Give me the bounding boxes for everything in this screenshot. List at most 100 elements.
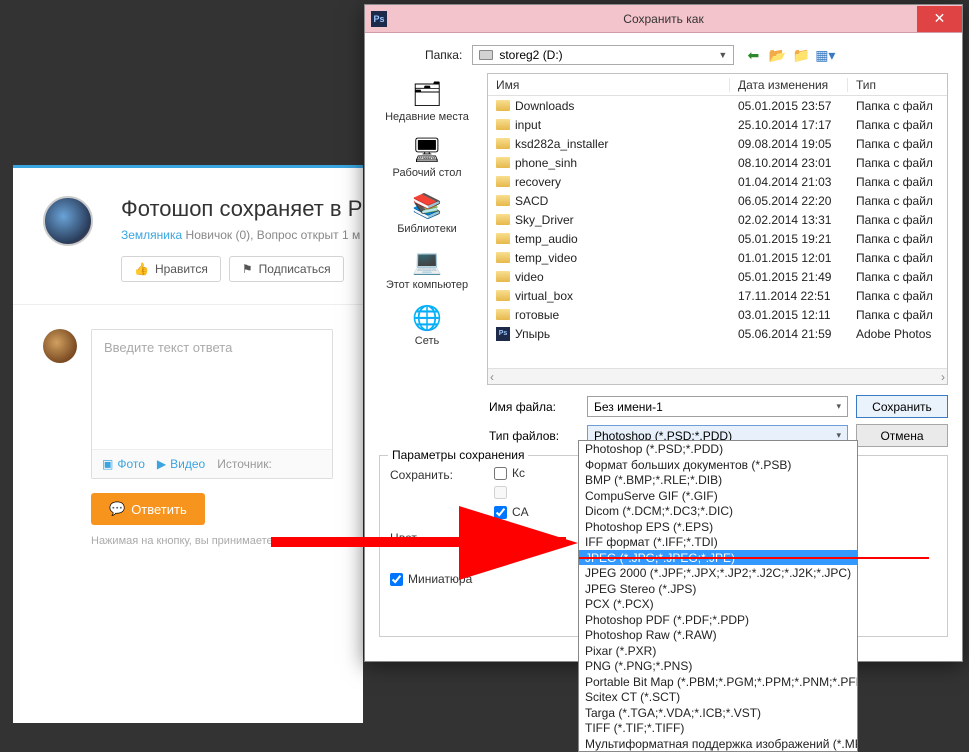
reply-textarea[interactable]: Введите текст ответа	[92, 330, 332, 449]
file-row[interactable]: temp_video01.01.2015 12:01Папка с файл	[488, 248, 947, 267]
col-type[interactable]: Тип	[848, 78, 947, 92]
format-option[interactable]: Photoshop Raw (*.RAW)	[579, 627, 857, 643]
format-option[interactable]: Формат больших документов (*.PSB)	[579, 457, 857, 473]
filetype-dropdown[interactable]: Photoshop (*.PSD;*.PDD)Формат больших до…	[578, 440, 858, 752]
forum-page: Фотошоп сохраняет в PD Земляника Новичок…	[13, 165, 363, 723]
folder-icon	[496, 138, 510, 149]
psd-icon: Ps	[496, 327, 510, 341]
places-panel: 🗂Недавние места 🖥 Рабочий стол 📚 Библиотеки 💻…	[379, 73, 475, 385]
cancel-button[interactable]: Отмена	[856, 424, 948, 447]
titlebar[interactable]: Ps Сохранить как ✕	[365, 5, 962, 33]
close-icon: ✕	[934, 10, 946, 27]
back-icon[interactable]: ⬅	[744, 46, 762, 64]
format-option[interactable]: Photoshop (*.PSD;*.PDD)	[579, 441, 857, 457]
file-row[interactable]: SACD06.05.2014 22:20Папка с файл	[488, 191, 947, 210]
save-opts-label: Сохранить:	[390, 466, 478, 482]
file-row[interactable]: Sky_Driver02.02.2014 13:31Папка с файл	[488, 210, 947, 229]
file-row[interactable]: video05.01.2015 21:49Папка с файл	[488, 267, 947, 286]
view-menu-icon[interactable]: ▦▾	[816, 46, 834, 64]
speech-icon: 💬	[109, 501, 125, 517]
avatar[interactable]	[43, 329, 77, 363]
col-date[interactable]: Дата изменения	[730, 78, 848, 92]
file-row[interactable]: input25.10.2014 17:17Папка с файл	[488, 115, 947, 134]
folder-icon	[496, 195, 510, 206]
folder-label: Папка:	[425, 48, 462, 62]
annotation-arrow-head	[459, 506, 578, 580]
folder-icon	[496, 271, 510, 282]
place-label: Библиотеки	[397, 223, 457, 235]
file-row[interactable]: PsУпырь05.06.2014 21:59Adobe Photos	[488, 324, 947, 343]
file-list: Downloads05.01.2015 23:57Папка с файлinp…	[488, 96, 947, 368]
folder-icon	[496, 100, 510, 111]
format-option[interactable]: JPEG 2000 (*.JPF;*.JPX;*.JP2;*.J2C;*.J2K…	[579, 565, 857, 581]
flag-icon: ⚑	[242, 262, 253, 276]
post-meta: Земляника Новичок (0), Вопрос открыт 1 м	[121, 228, 333, 242]
params-legend: Параметры сохранения	[388, 448, 528, 462]
format-option[interactable]: Targa (*.TGA;*.VDA;*.ICB;*.VST)	[579, 705, 857, 721]
place-icon: 📚	[409, 191, 445, 221]
place-label: Недавние места	[385, 111, 469, 123]
folder-combo[interactable]: storeg2 (D:) ▼	[472, 45, 734, 65]
author-link[interactable]: Земляника	[121, 228, 182, 242]
filetype-label: Тип файлов:	[489, 429, 579, 443]
thumbs-up-icon: 👍	[134, 262, 149, 276]
insert-video-button[interactable]: ▶Видео	[157, 457, 205, 471]
chk-alpha[interactable]	[494, 486, 529, 499]
new-folder-icon[interactable]: 📁	[792, 46, 810, 64]
format-option[interactable]: Portable Bit Map (*.PBM;*.PGM;*.PPM;*.PN…	[579, 674, 857, 690]
place-item[interactable]: 📚 Библиотеки	[379, 187, 475, 239]
format-option[interactable]: PCX (*.PCX)	[579, 596, 857, 612]
filename-input[interactable]: Без имени-1 ▾	[587, 396, 848, 417]
subscribe-button[interactable]: ⚑ Подписаться	[229, 256, 344, 282]
scroll-left-icon[interactable]: ‹	[490, 370, 494, 384]
format-option[interactable]: JPEG Stereo (*.JPS)	[579, 581, 857, 597]
up-folder-icon[interactable]: 📂	[768, 46, 786, 64]
file-row[interactable]: recovery01.04.2014 21:03Папка с файл	[488, 172, 947, 191]
place-item[interactable]: 🌐Сеть	[379, 299, 475, 351]
file-row[interactable]: phone_sinh08.10.2014 23:01Папка с файл	[488, 153, 947, 172]
avatar[interactable]	[43, 196, 93, 246]
format-option[interactable]: Dicom (*.DCM;*.DC3;*.DIC)	[579, 503, 857, 519]
answer-button[interactable]: 💬 Ответить	[91, 493, 205, 525]
folder-icon	[496, 309, 510, 320]
chevron-down-icon: ▼	[718, 50, 727, 60]
h-scrollbar[interactable]: ‹ ›	[488, 368, 947, 384]
page-title: Фотошоп сохраняет в PD	[121, 196, 333, 222]
annotation-underline	[579, 557, 929, 559]
photoshop-icon: Ps	[371, 11, 387, 27]
format-option[interactable]: CompuServe GIF (*.GIF)	[579, 488, 857, 504]
file-row[interactable]: готовые03.01.2015 12:11Папка с файл	[488, 305, 947, 324]
format-option[interactable]: BMP (*.BMP;*.RLE;*.DIB)	[579, 472, 857, 488]
file-row[interactable]: ksd282a_installer09.08.2014 19:05Папка с…	[488, 134, 947, 153]
close-button[interactable]: ✕	[917, 6, 962, 32]
place-icon: 💻	[409, 247, 445, 277]
file-pane: Имя Дата изменения Тип Downloads05.01.20…	[487, 73, 948, 385]
insert-photo-button[interactable]: ▣Фото	[102, 457, 145, 471]
file-row[interactable]: temp_audio05.01.2015 19:21Папка с файл	[488, 229, 947, 248]
place-item[interactable]: 🗂Недавние места	[379, 75, 475, 127]
place-item[interactable]: 💻Этот компьютер	[379, 243, 475, 295]
format-option[interactable]: Photoshop EPS (*.EPS)	[579, 519, 857, 535]
format-option[interactable]: Pixar (*.PXR)	[579, 643, 857, 659]
place-item[interactable]: 🖥 Рабочий стол	[379, 131, 475, 183]
file-row[interactable]: Downloads05.01.2015 23:57Папка с файл	[488, 96, 947, 115]
folder-icon	[496, 119, 510, 130]
place-icon: 🖥	[409, 135, 445, 165]
format-option[interactable]: TIFF (*.TIF;*.TIFF)	[579, 720, 857, 736]
play-icon: ▶	[157, 457, 166, 471]
chk-as-copy[interactable]: Кс	[494, 466, 529, 480]
format-option[interactable]: Scitex CT (*.SCT)	[579, 689, 857, 705]
file-header[interactable]: Имя Дата изменения Тип	[488, 74, 947, 96]
format-option[interactable]: Photoshop PDF (*.PDF;*.PDP)	[579, 612, 857, 628]
file-row[interactable]: virtual_box17.11.2014 22:51Папка с файл	[488, 286, 947, 305]
reply-box: Введите текст ответа ▣Фото ▶Видео Источн…	[91, 329, 333, 479]
scroll-right-icon[interactable]: ›	[941, 370, 945, 384]
place-label: Рабочий стол	[392, 167, 461, 179]
format-option[interactable]: IFF формат (*.IFF;*.TDI)	[579, 534, 857, 550]
format-option[interactable]: PNG (*.PNG;*.PNS)	[579, 658, 857, 674]
col-name[interactable]: Имя	[488, 78, 730, 92]
place-icon: 🌐	[409, 303, 445, 333]
like-button[interactable]: 👍 Нравится	[121, 256, 221, 282]
save-button[interactable]: Сохранить	[856, 395, 948, 418]
camera-icon: ▣	[102, 457, 113, 471]
